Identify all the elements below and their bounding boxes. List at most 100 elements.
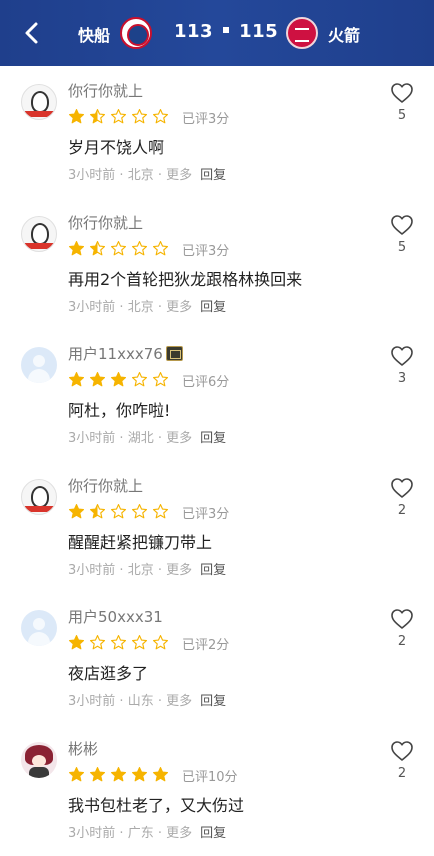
star-icon [68,503,85,519]
star-icon [152,503,169,519]
comment-location: 北京 [127,168,154,183]
penguin-avatar[interactable] [21,84,57,120]
default-avatar[interactable] [21,610,57,647]
star-icon [89,108,106,124]
like-count: 3 [397,371,407,387]
clippers-logo-icon [120,17,152,49]
star-icon [152,372,169,387]
team-right-name: 火箭 [328,26,361,45]
heart-icon[interactable] [390,82,414,104]
comment-list: 你行你就上 已评3分 岁月不饶人啊 3小时前 · 北京 · 更多 回复 5 你行你就上 已评3… [0,66,434,856]
comment-username[interactable]: 你行你就上 [68,80,143,101]
score-right: 115 [239,21,279,42]
reply-button[interactable]: 回复 [200,431,226,446]
star-icon [110,635,127,650]
reply-button[interactable]: 回复 [200,826,226,841]
star-icon [68,635,85,650]
rating-stars [68,108,173,126]
star-icon [89,503,106,519]
username-text: 彬彬 [68,739,99,758]
more-link[interactable]: 更多 [166,431,192,446]
comment-username[interactable]: 你行你就上 [68,212,143,233]
reply-button[interactable]: 回复 [200,563,226,578]
star-icon [131,635,148,650]
star-icon [110,503,127,519]
star-icon [89,372,106,387]
reply-button[interactable]: 回复 [200,168,226,183]
rating-text: 已评10分 [182,769,238,785]
rating-stars [68,634,173,652]
comment-username[interactable]: 彬彬 [68,738,98,759]
comment-meta: 3小时前 · 北京 · 更多 回复 [68,562,227,578]
more-link[interactable]: 更多 [166,300,192,315]
heart-icon[interactable] [390,477,414,499]
game-header: 快船 113 115 火箭 [0,0,434,66]
comment-time: 3小时前 [68,168,116,183]
star-icon [68,766,85,782]
comment-time: 3小时前 [68,694,116,710]
like-count: 2 [397,502,407,518]
like-count: 5 [397,239,407,255]
star-icon [89,240,106,255]
more-link[interactable]: 更多 [166,563,192,578]
anime-avatar[interactable] [21,741,57,778]
back-arrow-icon[interactable] [18,18,46,48]
comment-username[interactable]: 用户11xxx76 [68,343,183,364]
comment-time: 3小时前 [68,825,116,841]
comment-meta: 3小时前 · 北京 · 更多 回复 [68,299,227,315]
star-icon [68,240,85,255]
default-avatar[interactable] [21,347,57,384]
rating-stars [68,766,173,784]
comment-content: 岁月不饶人啊 [68,138,165,157]
rating-text: 已评3分 [182,506,230,522]
user-badge-icon [165,346,183,362]
rating-text: 已评3分 [182,112,230,127]
username-text: 用户11xxx76 [68,345,163,364]
star-icon [89,635,106,650]
penguin-avatar[interactable] [21,215,57,252]
reply-button[interactable]: 回复 [200,694,226,709]
heart-icon[interactable] [390,608,414,630]
comment-meta: 3小时前 · 广东 · 更多 回复 [68,825,227,841]
like-count: 2 [397,765,407,781]
comment-location: 北京 [127,299,154,315]
rating-text: 已评6分 [182,375,230,391]
score-separator [223,27,230,33]
username-text: 用户50xxx31 [68,608,163,627]
rating-text: 已评3分 [182,243,230,259]
comment-content: 醒醒赶紧把镰刀带上 [68,532,213,552]
heart-icon[interactable] [390,345,414,367]
comment-item: 彬彬已评10分我书包杜老了，又大伤过 3小时前 · 广东 · 更多 回复 2 [0,724,434,856]
comment-username[interactable]: 用户50xxx31 [68,606,163,627]
star-icon [110,240,127,255]
comment-time: 3小时前 [68,299,116,315]
star-icon [131,372,148,387]
reply-button[interactable]: 回复 [200,300,226,315]
comment-item: 你行你就上已评3分醒醒赶紧把镰刀带上 3小时前 · 北京 · 更多 回复 2 [0,461,434,593]
penguin-avatar[interactable] [21,478,57,515]
more-link[interactable]: 更多 [166,826,192,841]
heart-icon[interactable] [390,214,414,236]
star-icon [68,372,85,387]
heart-icon[interactable] [390,740,414,762]
comment-item: 你行你就上 已评3分 再用2个首轮把狄龙跟格林换回来 3小时前 · 北京 · 更多 回复… [0,198,434,330]
comment-meta: 3小时前 · 湖北 · 更多 回复 [68,431,227,447]
comment-location: 湖北 [127,431,154,447]
star-icon [68,108,85,124]
comment-content: 夜店逛多了 [68,664,149,684]
star-icon [152,240,169,255]
more-link[interactable]: 更多 [166,694,192,709]
more-link[interactable]: 更多 [166,168,192,183]
comment-location: 山东 [127,694,154,710]
star-icon [131,766,148,782]
rating-stars [68,240,173,258]
star-icon [131,240,148,255]
username-text: 你行你就上 [68,476,144,495]
rockets-logo-icon [286,17,318,49]
star-icon [110,372,127,387]
comment-username[interactable]: 你行你就上 [68,475,143,496]
comment-content: 我书包杜老了，又大伤过 [68,795,245,815]
comment-location: 广东 [127,825,154,841]
star-icon [110,766,127,782]
star-icon [131,503,148,519]
